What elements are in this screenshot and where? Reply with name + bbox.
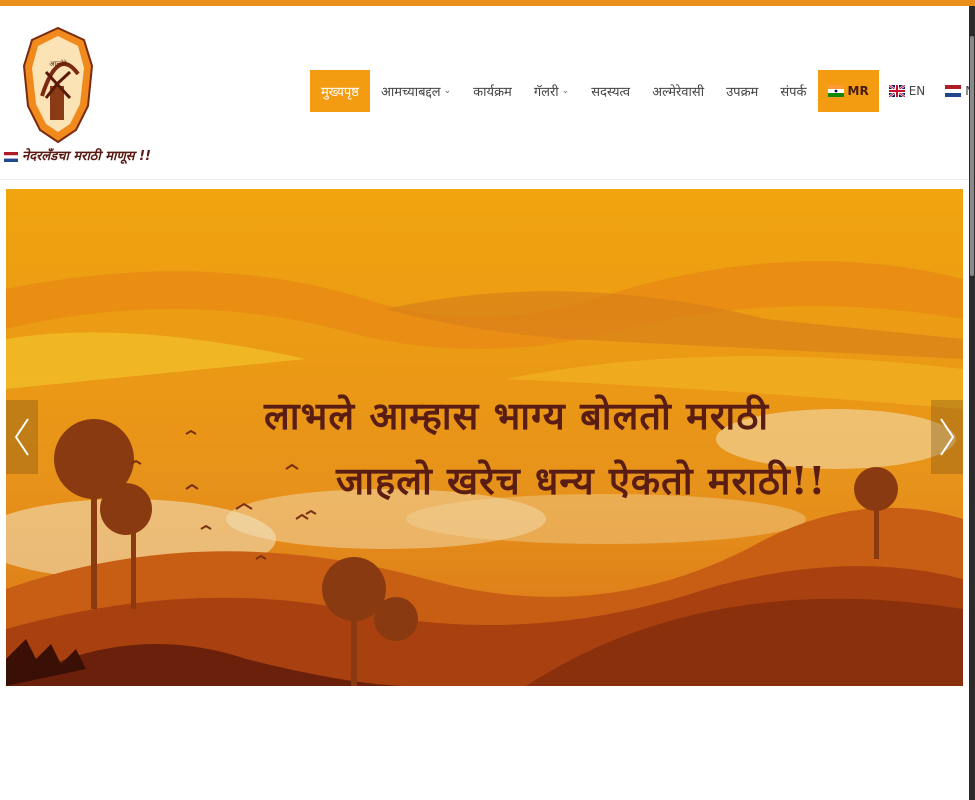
hero-slogan-line-2: जाहलो खरेच धन्य ऐकतो मराठी!! <box>336 458 827 503</box>
nav-item-events[interactable]: कार्यक्रम <box>462 70 523 112</box>
uk-flag-icon <box>888 85 905 97</box>
nav-label: मुख्यपृष्ठ <box>321 85 359 100</box>
nav-label: उपक्रम <box>726 85 759 100</box>
nav-item-about[interactable]: आमच्याबद्दल ⌄ <box>370 70 462 112</box>
chevron-down-icon: ⌄ <box>561 86 570 96</box>
page-scrollbar[interactable] <box>969 6 975 800</box>
scrollbar-thumb[interactable] <box>970 36 974 276</box>
tagline-text: नेदरलँडचा मराठी माणूस !! <box>22 149 151 164</box>
slider-prev-button[interactable] <box>6 400 38 474</box>
nav-item-gallery[interactable]: गॅलरी ⌄ <box>523 70 580 112</box>
language-code: MR <box>847 84 869 98</box>
hero-slogan-line-1: लाभले आम्हास भाग्य बोलतो मराठी <box>264 393 770 438</box>
nav-item-membership[interactable]: सदस्यत्व <box>580 70 641 112</box>
chevron-left-icon <box>14 418 29 456</box>
nav-item-home[interactable]: मुख्यपृष्ठ <box>310 70 370 112</box>
chevron-right-icon <box>940 418 955 456</box>
netherlands-flag-icon <box>4 151 18 162</box>
slider-next-button[interactable] <box>931 400 963 474</box>
nav-label: आमच्याबद्दल <box>380 85 441 100</box>
site-header: आल्मेरे नेदरलँडचा मराठी माणूस !! मुख्यपृ… <box>0 6 975 180</box>
language-code: EN <box>908 84 926 98</box>
nav-item-almere-residents[interactable]: अल्मेरेवासी <box>641 70 715 112</box>
nav-label: अल्मेरेवासी <box>652 85 705 100</box>
nav-label: कार्यक्रम <box>473 85 512 100</box>
nav-label: सदस्यत्व <box>591 85 631 100</box>
nav-label: संपर्क <box>780 85 807 100</box>
hero-slider: लाभले आम्हास भाग्य बोलतो मराठी जाहलो खरे… <box>6 189 963 686</box>
language-mr[interactable]: MR <box>817 70 879 112</box>
india-flag-icon <box>827 85 844 97</box>
site-logo[interactable]: आल्मेरे <box>22 26 94 144</box>
language-en[interactable]: EN <box>879 70 936 112</box>
nav-item-contact[interactable]: संपर्क <box>769 70 817 112</box>
site-tagline: नेदरलँडचा मराठी माणूस !! <box>4 146 151 164</box>
main-navigation: मुख्यपृष्ठ आमच्याबद्दल ⌄ कार्यक्रम गॅलरी ⌄… <box>310 70 975 112</box>
netherlands-flag-icon <box>945 85 962 97</box>
nav-label: गॅलरी <box>533 85 559 100</box>
chevron-down-icon: ⌄ <box>443 86 452 96</box>
nav-item-initiatives[interactable]: उपक्रम <box>715 70 769 112</box>
svg-text:आल्मेरे: आल्मेरे <box>49 59 67 68</box>
